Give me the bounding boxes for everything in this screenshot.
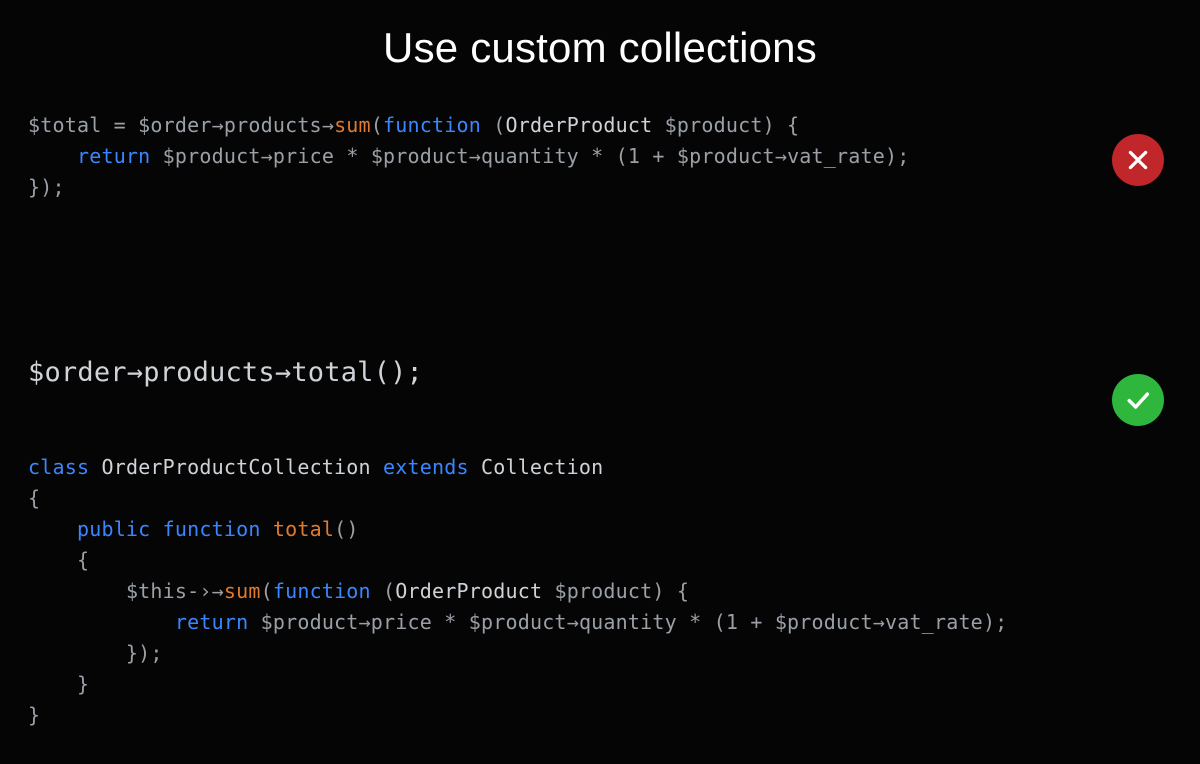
code-token: * (1 + — [579, 144, 677, 168]
code-token: () — [334, 517, 358, 541]
code-token: price — [371, 610, 432, 634]
code-token: $order — [28, 357, 127, 388]
code-token: products — [224, 113, 322, 137]
arrow-icon: → — [261, 144, 273, 168]
code-token-kw: class — [28, 455, 89, 479]
arrow-icon: → — [212, 113, 224, 137]
arrow-icon: → — [212, 579, 224, 603]
code-token: } — [28, 703, 40, 727]
code-good-class: class OrderProductCollection extends Col… — [28, 452, 1172, 731]
code-token: ); — [885, 144, 909, 168]
code-token: vat_rate — [787, 144, 885, 168]
code-token-kw: return — [175, 610, 248, 634]
arrow-icon: → — [322, 113, 334, 137]
code-token — [28, 610, 175, 634]
check-icon — [1124, 386, 1152, 414]
code-token: * — [334, 144, 371, 168]
arrow-icon: → — [469, 144, 481, 168]
code-token — [150, 517, 162, 541]
code-token — [28, 144, 77, 168]
code-token-kw: function — [163, 517, 261, 541]
code-token: ( — [383, 579, 395, 603]
code-token: (); — [374, 357, 423, 388]
arrow-icon: → — [775, 144, 787, 168]
code-token-type: OrderProductCollection — [101, 455, 370, 479]
code-token: }); — [28, 175, 65, 199]
code-good-short: $order→products→total(); — [28, 353, 1172, 394]
code-token — [542, 579, 554, 603]
code-token-kw: function — [273, 579, 371, 603]
spacer — [28, 394, 1172, 452]
arrow-icon: → — [127, 357, 143, 388]
code-token: $product — [665, 113, 763, 137]
code-token — [481, 113, 493, 137]
code-token — [261, 517, 273, 541]
code-token: $product — [554, 579, 652, 603]
code-token-kw: extends — [383, 455, 469, 479]
code-token-kw: function — [383, 113, 481, 137]
code-token — [371, 455, 383, 479]
code-token: ( — [493, 113, 505, 137]
code-token-kw: return — [77, 144, 150, 168]
code-token: } — [28, 672, 89, 696]
code-token-type: OrderProduct — [505, 113, 652, 137]
code-token: total — [291, 357, 373, 388]
code-token-kw: public — [77, 517, 150, 541]
code-token: ( — [261, 579, 273, 603]
code-token: quantity — [481, 144, 579, 168]
code-token: { — [28, 486, 40, 510]
code-token: ( — [371, 113, 383, 137]
status-badge-bad — [1112, 134, 1164, 186]
code-token: $total = $order — [28, 113, 212, 137]
code-token — [28, 579, 126, 603]
code-token: $product — [163, 144, 261, 168]
code-token: $this-› — [126, 579, 212, 603]
code-token: * — [432, 610, 469, 634]
code-token: }); — [28, 641, 163, 665]
code-token-fn: sum — [224, 579, 261, 603]
code-token: ) { — [652, 579, 689, 603]
code-token: products — [143, 357, 275, 388]
code-token-fn: sum — [334, 113, 371, 137]
code-token: price — [273, 144, 334, 168]
code-token — [652, 113, 664, 137]
code-token: $product — [371, 144, 469, 168]
code-token — [89, 455, 101, 479]
code-token-type: OrderProduct — [395, 579, 542, 603]
code-token-fn: total — [273, 517, 334, 541]
code-token: * (1 + — [677, 610, 775, 634]
arrow-icon: → — [275, 357, 291, 388]
code-bad: $total = $order→products→sum(function (O… — [28, 110, 1172, 203]
code-token: ); — [983, 610, 1007, 634]
status-badge-good — [1112, 374, 1164, 426]
code-token: vat_rate — [885, 610, 983, 634]
code-token — [469, 455, 481, 479]
close-icon — [1125, 147, 1151, 173]
arrow-icon: → — [359, 610, 371, 634]
code-token — [28, 548, 77, 572]
code-token — [371, 579, 383, 603]
code-token — [28, 517, 77, 541]
arrow-icon: → — [873, 610, 885, 634]
slide-content: $total = $order→products→sum(function (O… — [0, 110, 1200, 731]
code-token: $product — [775, 610, 873, 634]
code-token — [150, 144, 162, 168]
code-token: quantity — [579, 610, 677, 634]
code-token: $product — [677, 144, 775, 168]
code-token — [248, 610, 260, 634]
code-token: $product — [261, 610, 359, 634]
code-token-type: Collection — [481, 455, 603, 479]
code-token: { — [77, 548, 89, 572]
arrow-icon: → — [567, 610, 579, 634]
code-token: ) { — [763, 113, 800, 137]
slide-title: Use custom collections — [0, 0, 1200, 110]
spacer — [28, 203, 1172, 353]
code-token: $product — [469, 610, 567, 634]
